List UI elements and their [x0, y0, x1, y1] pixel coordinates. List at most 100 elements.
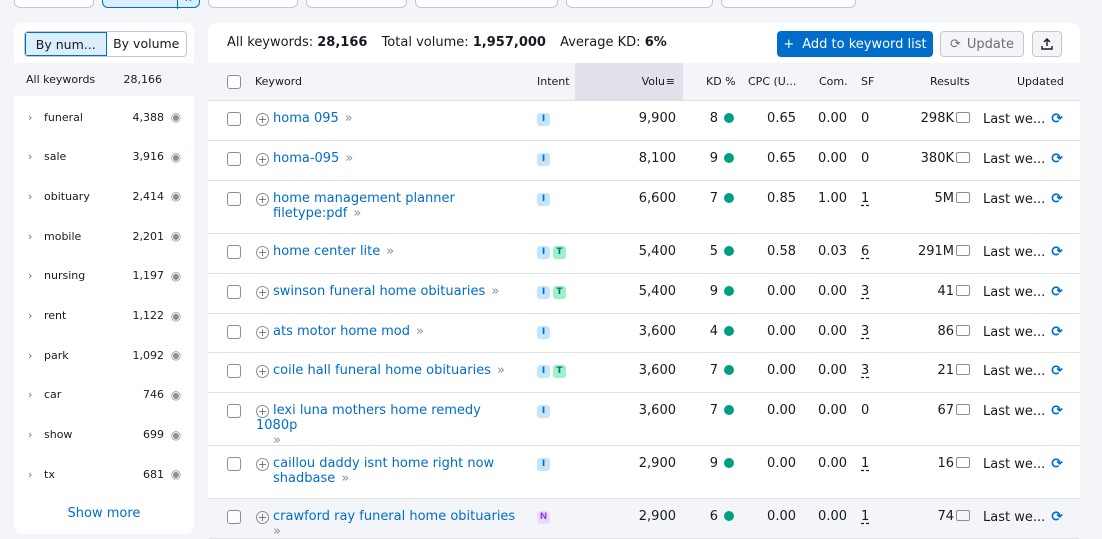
row-checkbox[interactable]	[227, 285, 241, 299]
plus-circle-icon[interactable]: +	[256, 286, 269, 299]
refresh-icon[interactable]: ⟳	[1051, 456, 1063, 472]
double-chevron-right-icon[interactable]: »	[491, 284, 499, 299]
plus-circle-icon[interactable]: +	[256, 365, 269, 378]
chevron-right-icon[interactable]: ›	[28, 428, 38, 441]
filter-chip[interactable]	[566, 0, 713, 8]
eye-icon[interactable]: ◉	[168, 309, 184, 323]
keyword-link[interactable]: swinson funeral home obituaries	[273, 284, 485, 299]
plus-circle-icon[interactable]: +	[256, 511, 269, 524]
eye-icon[interactable]: ◉	[168, 229, 184, 243]
refresh-icon[interactable]: ⟳	[1051, 324, 1063, 340]
intent-column-header[interactable]: Intent	[537, 63, 570, 101]
select-all-checkbox[interactable]	[227, 75, 241, 89]
double-chevron-right-icon[interactable]: »	[416, 324, 424, 339]
serp-features-cell[interactable]: 6	[861, 244, 869, 259]
chevron-right-icon[interactable]: ›	[28, 468, 38, 481]
serp-preview-icon[interactable]	[956, 112, 970, 123]
serp-preview-icon[interactable]	[956, 192, 970, 203]
chevron-right-icon[interactable]: ›	[28, 150, 38, 163]
row-checkbox[interactable]	[227, 112, 241, 126]
row-checkbox[interactable]	[227, 245, 241, 259]
keyword-group-item[interactable]: › show 699 ◉	[14, 425, 194, 445]
chevron-right-icon[interactable]: ›	[28, 309, 38, 322]
serp-preview-icon[interactable]	[956, 325, 970, 336]
sort-by-volume-button[interactable]: By volume	[107, 32, 187, 56]
keyword-group-item[interactable]: › funeral 4,388 ◉	[14, 107, 194, 127]
keyword-group-item[interactable]: › nursing 1,197 ◉	[14, 266, 194, 286]
sort-by-number-button[interactable]: By num...	[25, 32, 107, 56]
filter-chip[interactable]	[14, 0, 94, 8]
chevron-right-icon[interactable]: ›	[28, 388, 38, 401]
refresh-icon[interactable]: ⟳	[1051, 509, 1063, 525]
double-chevron-right-icon[interactable]: »	[386, 244, 394, 259]
plus-circle-icon[interactable]: +	[256, 246, 269, 259]
updated-column-header[interactable]: Updated	[1017, 63, 1064, 101]
refresh-icon[interactable]: ⟳	[1051, 363, 1063, 379]
double-chevron-right-icon[interactable]: »	[341, 471, 349, 486]
row-checkbox[interactable]	[227, 457, 241, 471]
keyword-link[interactable]: coile hall funeral home obituaries	[273, 363, 491, 378]
keyword-link[interactable]: home center lite	[273, 244, 380, 259]
double-chevron-right-icon[interactable]: »	[345, 111, 353, 126]
filter-chip[interactable]	[721, 0, 856, 8]
keyword-link[interactable]: shadbase	[273, 471, 335, 486]
keyword-link[interactable]: homa-095	[273, 151, 339, 166]
export-button[interactable]	[1032, 31, 1062, 57]
show-more-link[interactable]: Show more	[14, 506, 194, 521]
row-checkbox[interactable]	[227, 364, 241, 378]
keyword-link[interactable]: crawford ray funeral home obituaries	[273, 509, 515, 524]
add-to-keyword-list-button[interactable]: + Add to keyword list	[777, 31, 933, 57]
keyword-link[interactable]: lexi luna mothers home remedy 1080p	[256, 403, 481, 433]
serp-features-cell[interactable]: 1	[861, 509, 869, 524]
serp-features-cell[interactable]: 3	[861, 284, 869, 299]
row-checkbox[interactable]	[227, 510, 241, 524]
keyword-group-item[interactable]: › tx 681 ◉	[14, 464, 194, 484]
serp-features-cell[interactable]: 1	[861, 191, 869, 206]
row-checkbox[interactable]	[227, 152, 241, 166]
eye-icon[interactable]: ◉	[168, 269, 184, 283]
all-keywords-row[interactable]: All keywords 28,166	[14, 63, 194, 96]
update-button[interactable]: ⟳ Update	[940, 31, 1024, 57]
refresh-icon[interactable]: ⟳	[1051, 111, 1063, 127]
serp-preview-icon[interactable]	[956, 285, 970, 296]
filter-chip[interactable]	[306, 0, 407, 8]
plus-circle-icon[interactable]: +	[256, 113, 269, 126]
row-checkbox[interactable]	[227, 404, 241, 418]
eye-icon[interactable]: ◉	[168, 189, 184, 203]
chevron-right-icon[interactable]: ›	[28, 190, 38, 203]
serp-features-cell[interactable]: 3	[861, 363, 869, 378]
eye-icon[interactable]: ◉	[168, 428, 184, 442]
row-checkbox[interactable]	[227, 192, 241, 206]
keyword-group-item[interactable]: › rent 1,122 ◉	[14, 306, 194, 326]
serp-features-cell[interactable]: 1	[861, 456, 869, 471]
keyword-group-item[interactable]: › sale 3,916 ◉	[14, 147, 194, 167]
keyword-column-header[interactable]: Keyword	[255, 63, 302, 101]
eye-icon[interactable]: ◉	[168, 388, 184, 402]
plus-circle-icon[interactable]: +	[256, 326, 269, 339]
keyword-link[interactable]: ats motor home mod	[273, 324, 410, 339]
filter-chip[interactable]	[208, 0, 298, 8]
competition-column-header[interactable]: Com.	[819, 63, 848, 101]
keyword-group-item[interactable]: › car 746 ◉	[14, 385, 194, 405]
serp-features-column-header[interactable]: SF	[861, 63, 874, 101]
serp-preview-icon[interactable]	[956, 364, 970, 375]
double-chevron-right-icon[interactable]: »	[497, 363, 505, 378]
filter-chip[interactable]	[415, 0, 558, 8]
keyword-link[interactable]: filetype:pdf	[273, 206, 347, 221]
double-chevron-right-icon[interactable]: »	[345, 151, 353, 166]
keyword-link[interactable]: home management planner	[273, 191, 455, 206]
kd-column-header[interactable]: KD %	[706, 63, 736, 101]
eye-icon[interactable]: ◉	[168, 150, 184, 164]
keyword-link[interactable]: homa 095	[273, 111, 339, 126]
refresh-icon[interactable]: ⟳	[1051, 403, 1063, 419]
serp-preview-icon[interactable]	[956, 457, 970, 468]
chevron-right-icon[interactable]: ›	[28, 230, 38, 243]
chevron-right-icon[interactable]: ›	[28, 269, 38, 282]
serp-preview-icon[interactable]	[956, 152, 970, 163]
serp-preview-icon[interactable]	[956, 404, 970, 415]
keyword-group-item[interactable]: › mobile 2,201 ◉	[14, 226, 194, 246]
keyword-link[interactable]: caillou daddy isnt home right now	[273, 456, 494, 471]
clear-filter-icon[interactable]: ✕	[177, 0, 199, 9]
refresh-icon[interactable]: ⟳	[1051, 244, 1063, 260]
refresh-icon[interactable]: ⟳	[1051, 284, 1063, 300]
